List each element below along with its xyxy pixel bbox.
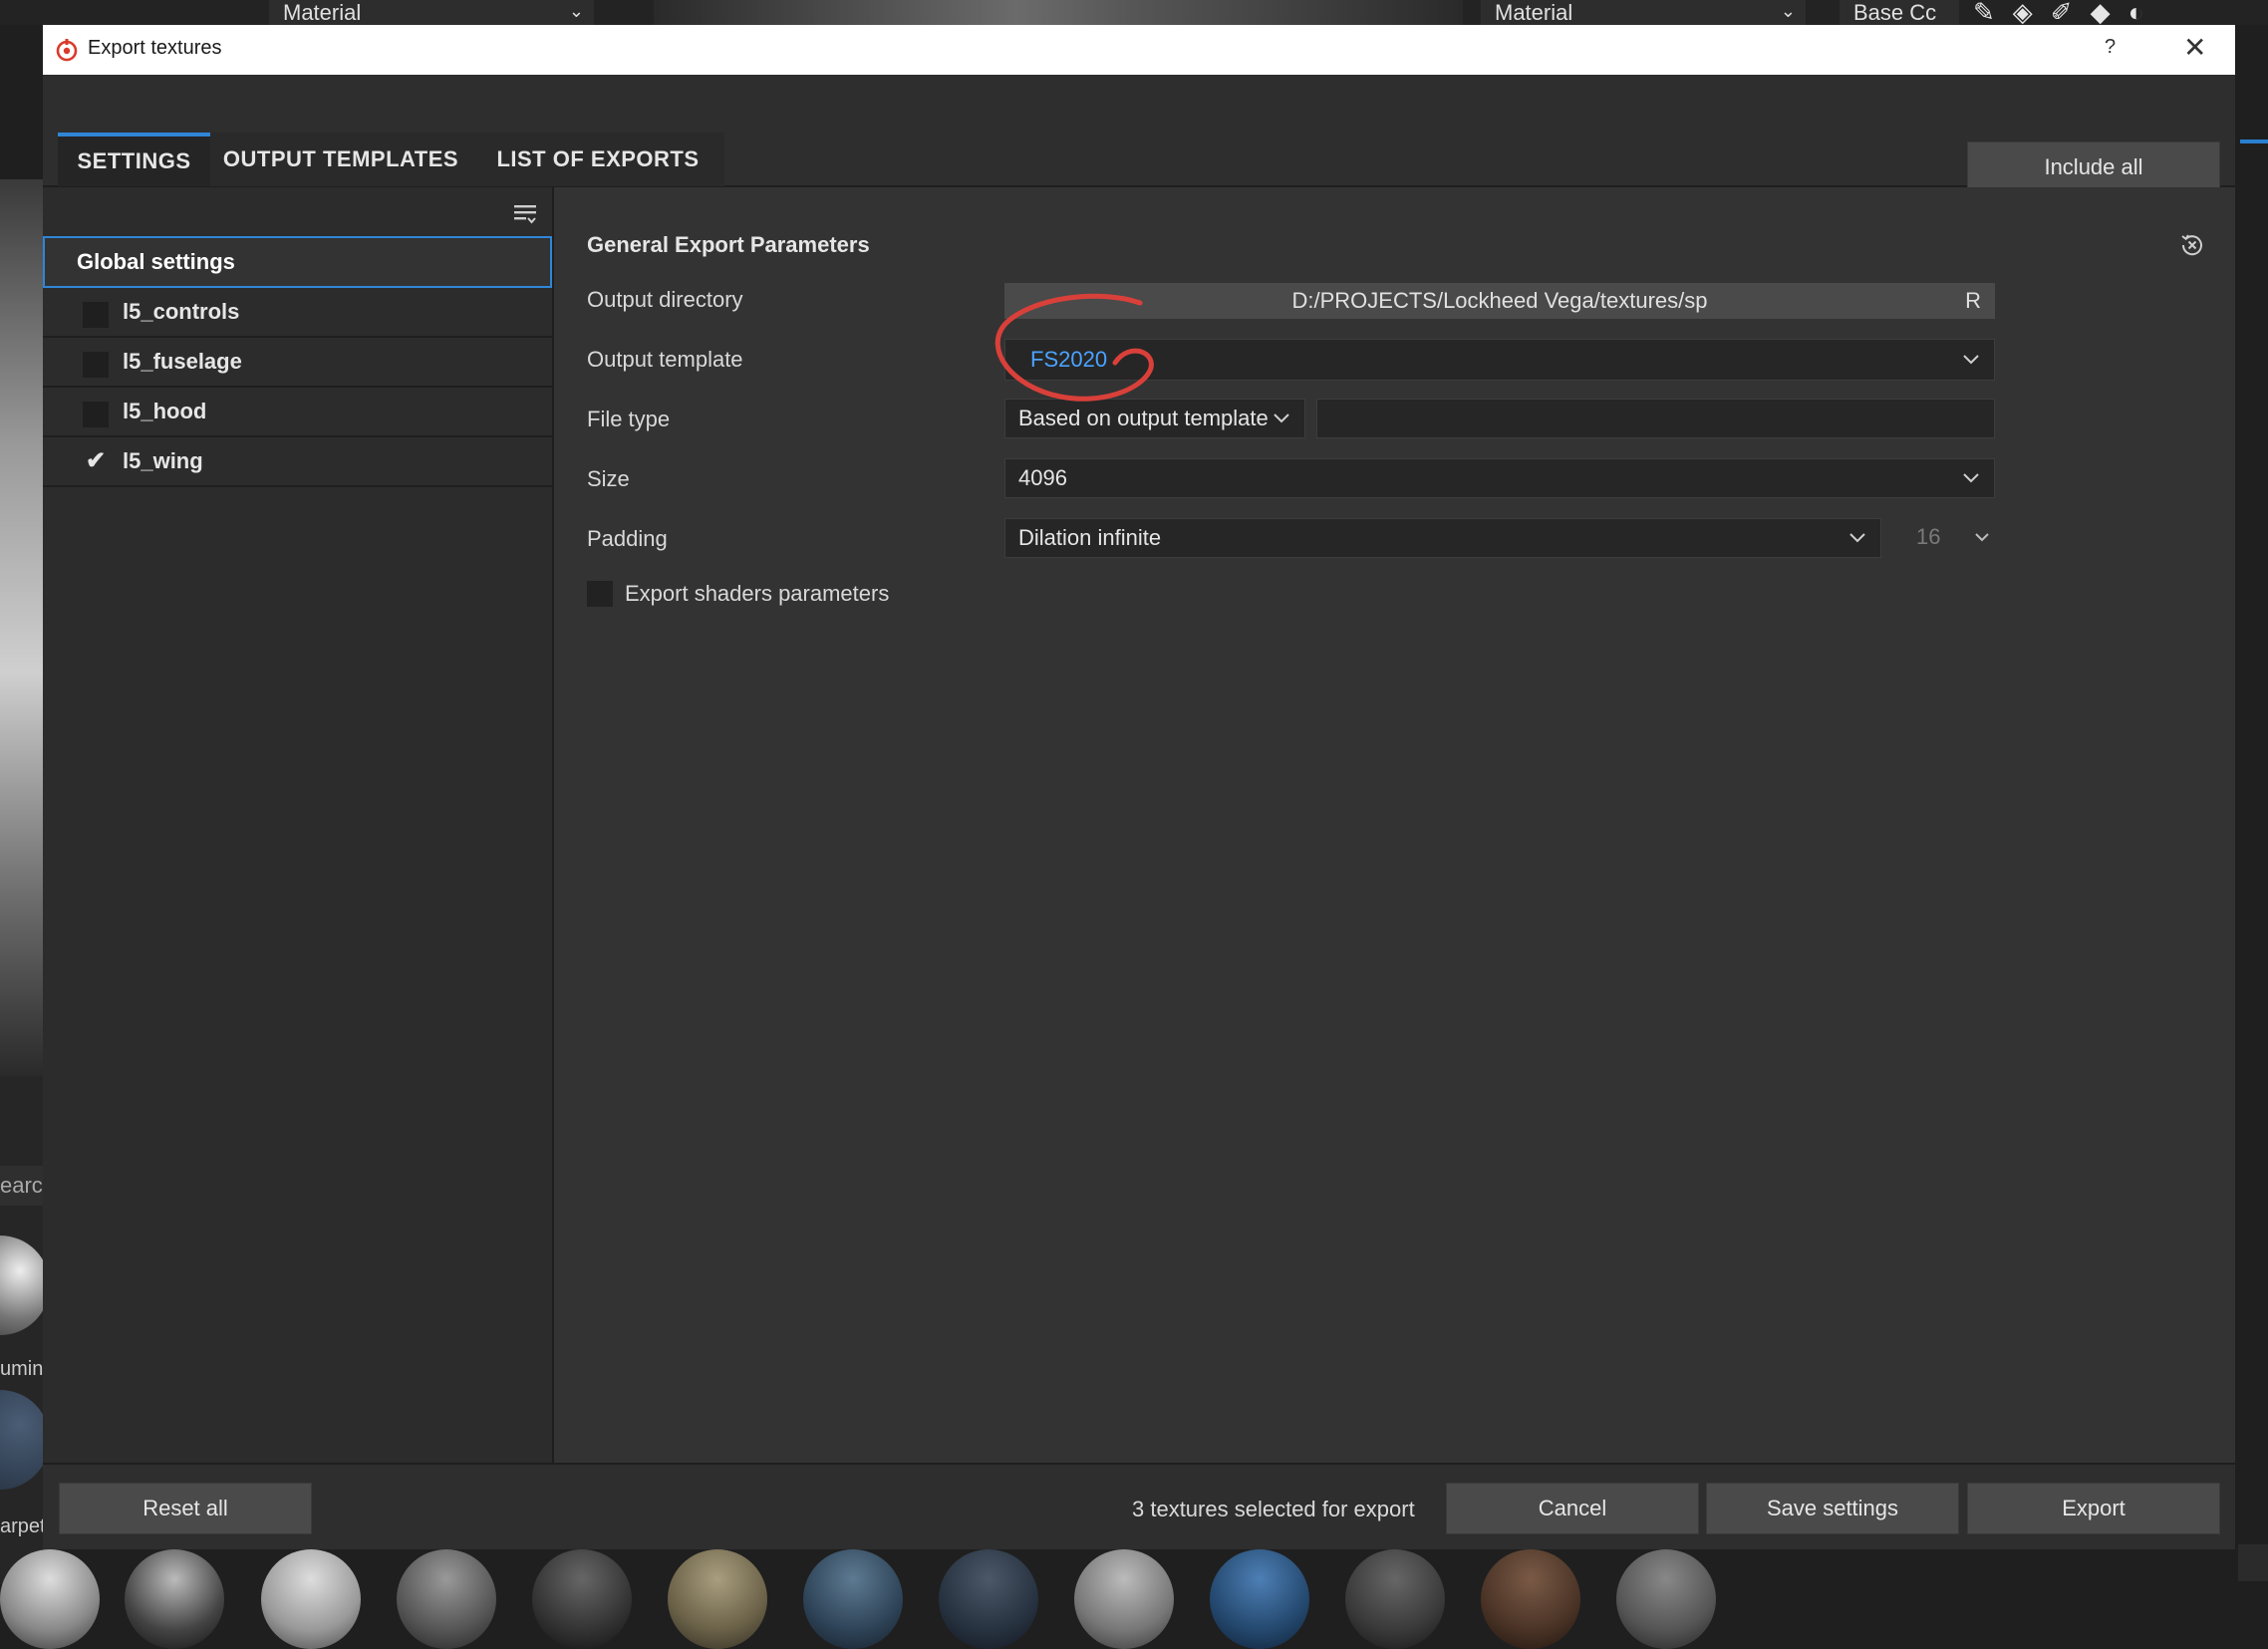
shelf-search-input[interactable]: earcl — [0, 1166, 43, 1206]
material-thumbnail[interactable] — [397, 1549, 496, 1649]
substance-logo-icon — [56, 39, 78, 62]
dialog-title: Export textures — [88, 37, 222, 59]
material-dropdown-right[interactable]: Material ⌄ — [1481, 0, 1806, 25]
chevron-down-icon: ⌄ — [1780, 1, 1796, 21]
material-thumbnail[interactable] — [1616, 1549, 1716, 1649]
brush-tool-icon[interactable]: ✎ — [1973, 0, 2013, 27]
bucket-tool-icon[interactable]: ◆ — [2091, 0, 2128, 27]
material-thumbnail[interactable] — [803, 1549, 903, 1649]
size-value: 4096 — [1018, 465, 1067, 490]
padding-label: Padding — [587, 526, 668, 551]
picker-tool-icon[interactable]: ◐ — [2128, 0, 2162, 27]
material-thumbnail[interactable] — [1345, 1549, 1445, 1649]
chevron-down-icon — [1849, 533, 1865, 543]
chevron-down-icon[interactable] — [1974, 532, 1990, 542]
list-item[interactable]: ✔ l5_wing — [43, 437, 552, 487]
export-status-text: 3 textures selected for export — [1132, 1497, 1415, 1521]
3d-viewport[interactable] — [0, 179, 43, 1076]
size-dropdown[interactable]: 4096 — [1004, 458, 1995, 498]
chevron-down-icon: ⌄ — [568, 1, 584, 21]
tab-bar: SETTINGS OUTPUT TEMPLATES LIST OF EXPORT… — [43, 75, 2235, 193]
material-thumbnail-label: umin — [0, 1358, 43, 1380]
material-thumbnail[interactable] — [261, 1549, 361, 1649]
channel-dropdown[interactable]: Base Cc — [1840, 0, 1959, 25]
material-thumbnail[interactable] — [1481, 1549, 1580, 1649]
material-thumbnail[interactable] — [125, 1549, 224, 1649]
output-directory-suffix: R — [1965, 288, 1981, 313]
red-circle-annotation — [994, 293, 1154, 402]
chevron-down-icon — [1963, 473, 1979, 483]
material-thumbnail-label: arpet — [0, 1515, 43, 1537]
output-template-label: Output template — [587, 347, 743, 372]
section-title: General Export Parameters — [587, 232, 870, 257]
chevron-down-icon — [1963, 355, 1979, 365]
help-button[interactable]: ? — [2105, 36, 2116, 59]
list-item-label: l5_controls — [123, 299, 240, 324]
texture-set-checkbox[interactable] — [83, 352, 109, 378]
fill-tool-icon[interactable]: ◈ — [2013, 0, 2051, 27]
channel-dropdown-label: Base Cc — [1853, 0, 1937, 25]
material-thumbnail[interactable] — [532, 1549, 632, 1649]
tab-output-templates[interactable]: OUTPUT TEMPLATES — [210, 133, 471, 186]
list-item[interactable]: l5_hood — [43, 388, 552, 437]
padding-amount[interactable]: 16 — [1916, 524, 1940, 550]
export-shaders-checkbox[interactable] — [587, 581, 613, 607]
tab-settings[interactable]: SETTINGS — [58, 133, 210, 186]
padding-value: Dilation infinite — [1018, 525, 1162, 550]
padding-dropdown[interactable]: Dilation infinite — [1004, 518, 1881, 558]
texture-set-checkbox[interactable] — [83, 402, 109, 427]
output-directory-label: Output directory — [587, 287, 743, 312]
texture-set-checkbox[interactable] — [83, 302, 109, 328]
global-settings-item[interactable]: Global settings — [43, 236, 552, 288]
shelf-search-text: earcl — [0, 1173, 43, 1198]
material-thumbnail[interactable] — [0, 1549, 100, 1649]
size-label: Size — [587, 466, 630, 491]
material-thumbnail[interactable] — [668, 1549, 767, 1649]
material-thumbnail[interactable] — [939, 1549, 1038, 1649]
cancel-button[interactable]: Cancel — [1446, 1483, 1699, 1534]
reset-parameters-icon[interactable] — [2177, 230, 2207, 260]
reset-all-button[interactable]: Reset all — [59, 1483, 312, 1534]
list-options-icon[interactable] — [512, 201, 538, 227]
list-item-label: l5_fuselage — [123, 349, 242, 374]
save-settings-button[interactable]: Save settings — [1706, 1483, 1959, 1534]
toolbar-tools[interactable]: ✎◈✐◆◐ — [1973, 0, 2162, 27]
app-accent-line — [2240, 139, 2268, 143]
list-item-label: l5_hood — [123, 399, 207, 423]
dialog-titlebar[interactable]: Export textures ? ✕ — [43, 25, 2235, 75]
texture-set-list: Global settings l5_controls l5_fuselage … — [43, 187, 554, 1463]
material-dropdown-right-label: Material — [1495, 0, 1573, 25]
export-textures-dialog: Export textures ? ✕ SETTINGS OUTPUT TEMP… — [43, 25, 2235, 1549]
material-thumbnail[interactable] — [1074, 1549, 1174, 1649]
material-thumbnail[interactable] — [1210, 1549, 1309, 1649]
list-item-label: l5_wing — [123, 448, 203, 473]
list-item[interactable]: l5_fuselage — [43, 338, 552, 388]
close-icon[interactable]: ✕ — [2183, 31, 2206, 64]
export-button[interactable]: Export — [1967, 1483, 2220, 1534]
chevron-down-icon — [1274, 413, 1289, 423]
export-shaders-label: Export shaders parameters — [625, 581, 890, 606]
list-item[interactable]: l5_controls — [43, 288, 552, 338]
include-all-button[interactable]: Include all — [1967, 141, 2220, 193]
output-directory-value: D:/PROJECTS/Lockheed Vega/textures/sp — [1291, 288, 1708, 313]
material-dropdown-left-label: Material — [283, 0, 362, 25]
checkmark-icon[interactable]: ✔ — [83, 437, 109, 485]
file-type-label: File type — [587, 407, 671, 431]
paint-tool-icon[interactable]: ✐ — [2051, 0, 2091, 27]
app-right-panel — [2238, 1544, 2268, 1581]
tab-list-of-exports[interactable]: LIST OF EXPORTS — [471, 133, 724, 186]
material-dropdown-left[interactable]: Material ⌄ — [269, 0, 594, 25]
viewport-header-gradient — [654, 0, 1463, 25]
file-type-options-field[interactable] — [1316, 399, 1995, 438]
dialog-footer: Reset all 3 textures selected for export… — [43, 1463, 2235, 1549]
export-parameters-panel: General Export Parameters Output directo… — [554, 187, 2235, 1463]
